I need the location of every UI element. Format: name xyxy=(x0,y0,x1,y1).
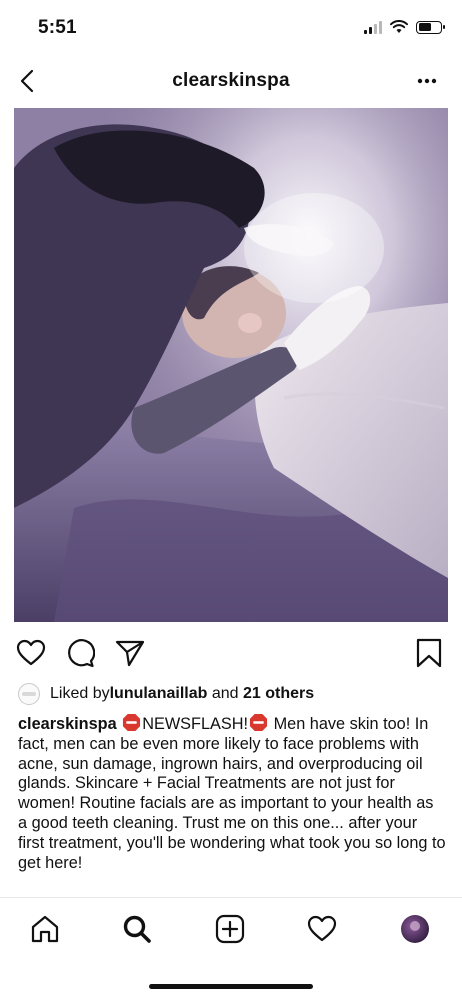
battery-icon xyxy=(416,20,445,34)
caption-text: Men have skin too! In fact, men can be e… xyxy=(18,715,446,872)
post-actions xyxy=(0,632,462,674)
liker-username[interactable]: lunulanaillab xyxy=(110,685,208,703)
caption-username[interactable]: clearskinspa xyxy=(18,715,117,733)
stop-sign-icon xyxy=(123,713,141,732)
more-horizontal-icon[interactable] xyxy=(414,70,440,92)
stop-sign-icon xyxy=(250,713,268,732)
signal-icon xyxy=(364,20,382,34)
tab-bar xyxy=(0,898,462,962)
post-photo[interactable] xyxy=(14,108,448,622)
comment-icon[interactable] xyxy=(63,636,97,670)
home-indicator[interactable] xyxy=(149,984,313,989)
likes-summary[interactable]: Liked by lunulanaillab and 21 others xyxy=(18,682,314,706)
liker-avatar[interactable] xyxy=(18,683,40,705)
avatar xyxy=(401,915,429,943)
likes-others[interactable]: 21 others xyxy=(243,685,314,703)
status-bar: 5:51 xyxy=(0,0,462,54)
home-icon[interactable] xyxy=(28,912,62,946)
wifi-icon xyxy=(390,20,408,33)
bookmark-icon[interactable] xyxy=(412,636,446,670)
caption-newsflash: NEWSFLASH! xyxy=(142,715,249,733)
likes-prefix: Liked by xyxy=(50,685,110,702)
search-icon[interactable] xyxy=(120,912,154,946)
nav-bar: clearskinspa xyxy=(0,54,462,108)
activity-icon[interactable] xyxy=(305,912,339,946)
post-caption: clearskinspa NEWSFLASH! Men have skin to… xyxy=(18,713,446,873)
chevron-left-icon[interactable] xyxy=(14,66,40,96)
status-icons xyxy=(364,20,445,34)
page-title[interactable]: clearskinspa xyxy=(172,70,290,92)
heart-icon[interactable] xyxy=(14,636,48,670)
likes-middle: and xyxy=(207,685,243,702)
send-icon[interactable] xyxy=(113,636,147,670)
profile-avatar[interactable] xyxy=(398,912,432,946)
new-post-icon[interactable] xyxy=(213,912,247,946)
status-time: 5:51 xyxy=(38,17,77,38)
